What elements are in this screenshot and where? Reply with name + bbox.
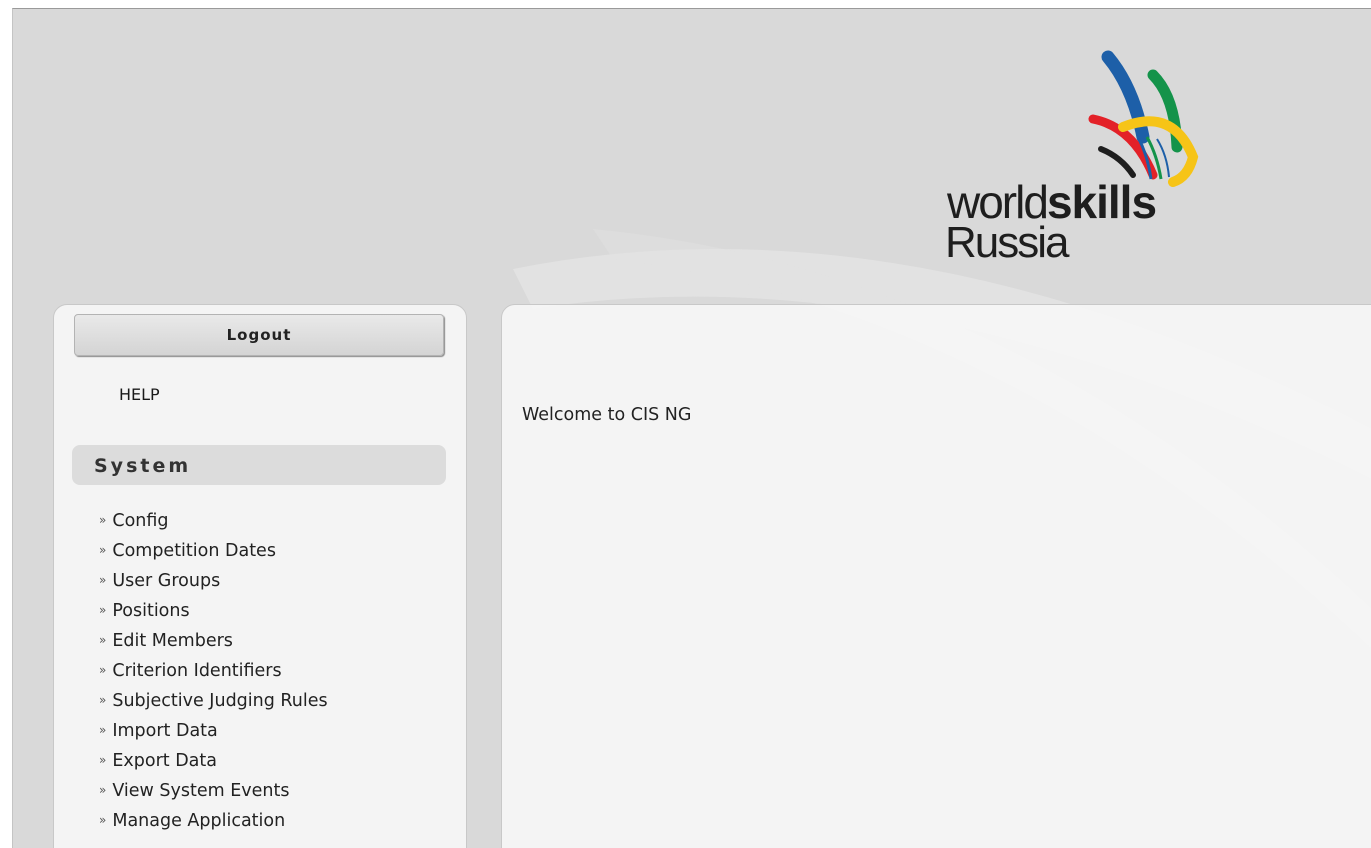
- logo-text-russia: Russia: [945, 218, 1069, 267]
- worldskills-russia-logo: worldskills Russia: [943, 47, 1203, 277]
- raquo-icon: »: [99, 723, 107, 737]
- raquo-icon: »: [99, 663, 107, 677]
- section-title: System: [94, 455, 192, 477]
- raquo-icon: »: [99, 693, 107, 707]
- menu-item-import-data[interactable]: » Import Data: [99, 716, 328, 746]
- sidebar: Logout HELP System » Config » Competition …: [53, 304, 467, 848]
- raquo-icon: »: [99, 813, 107, 827]
- help-link[interactable]: HELP: [119, 385, 160, 404]
- welcome-text: Welcome to CIS NG: [522, 405, 692, 425]
- raquo-icon: »: [99, 543, 107, 557]
- section-header-system: System: [72, 445, 446, 485]
- raquo-icon: »: [99, 513, 107, 527]
- main-content: Welcome to CIS NG: [501, 304, 1371, 848]
- app-frame: worldskills Russia Logout HELP System » C…: [12, 8, 1371, 848]
- menu-item-config[interactable]: » Config: [99, 506, 328, 536]
- menu-item-manage-application[interactable]: » Manage Application: [99, 806, 328, 836]
- raquo-icon: »: [99, 783, 107, 797]
- menu-item-user-groups[interactable]: » User Groups: [99, 566, 328, 596]
- raquo-icon: »: [99, 603, 107, 617]
- raquo-icon: »: [99, 573, 107, 587]
- menu-item-subjective-judging-rules[interactable]: » Subjective Judging Rules: [99, 686, 328, 716]
- raquo-icon: »: [99, 753, 107, 767]
- raquo-icon: »: [99, 633, 107, 647]
- system-menu: » Config » Competition Dates » User Groups …: [99, 506, 328, 836]
- logo-mark-icon: [1088, 50, 1199, 187]
- menu-item-view-system-events[interactable]: » View System Events: [99, 776, 328, 806]
- menu-item-competition-dates[interactable]: » Competition Dates: [99, 536, 328, 566]
- menu-item-edit-members[interactable]: » Edit Members: [99, 626, 328, 656]
- menu-item-positions[interactable]: » Positions: [99, 596, 328, 626]
- menu-item-export-data[interactable]: » Export Data: [99, 746, 328, 776]
- logout-button[interactable]: Logout: [74, 314, 444, 356]
- menu-item-criterion-identifiers[interactable]: » Criterion Identifiers: [99, 656, 328, 686]
